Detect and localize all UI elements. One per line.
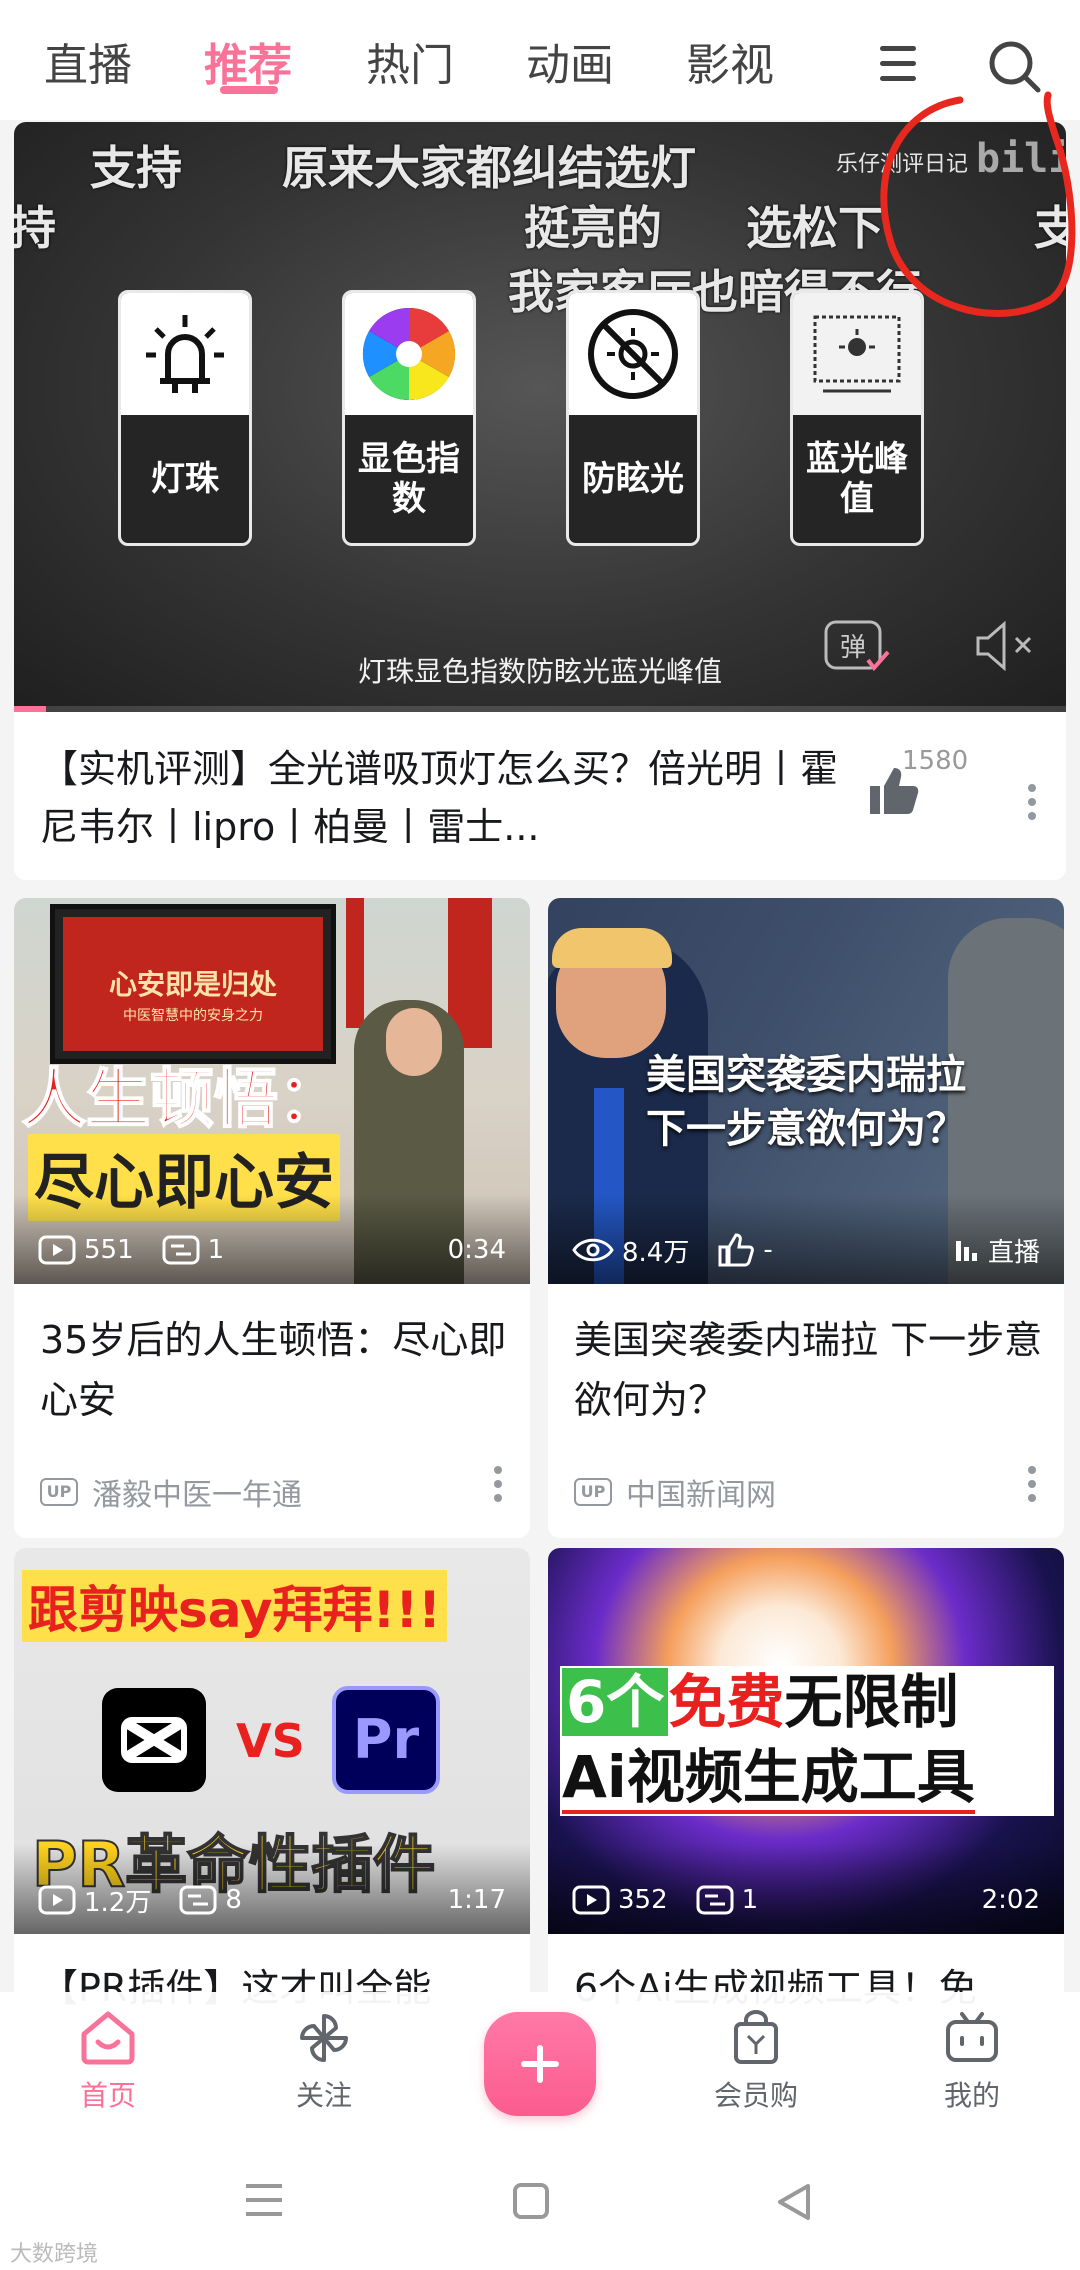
bottom-navigation: 首页 关注 会员购 我的 [0,1992,1080,2134]
tab-movies[interactable]: 影视 [686,36,774,96]
search-icon[interactable] [986,38,1042,94]
video-card[interactable]: 心安即是归处 中医智慧中的安身之力 人生顿悟： 尽心即心安 551 1 0:34… [14,898,530,1538]
video-player[interactable]: 支持 原来大家都纠结选灯 持 挺亮的 选松下 支 我家客厅也暗得不行 乐仔测评日… [14,122,1066,712]
danmaku-count-icon [162,1235,200,1265]
feature-tile: 防眩光 [566,290,700,546]
play-count-icon [38,1235,76,1265]
video-stats: 8.4万 - 直播 [572,1230,1040,1270]
active-tab-indicator [220,86,278,94]
play-count-icon [572,1885,610,1915]
eye-icon [572,1238,614,1262]
uploader-info[interactable]: UP 中国新闻网 [574,1470,776,1514]
video-card[interactable]: 美国突袭委内瑞拉 下一步意欲何为？ 8.4万 - 直播 美国突袭委内瑞拉 下一步… [548,898,1064,1538]
video-thumbnail[interactable]: 美国突袭委内瑞拉 下一步意欲何为？ 8.4万 - 直播 [548,898,1064,1284]
feature-tile: 显色指数 [342,290,476,546]
danmaku-toggle-icon[interactable]: 弹 [822,616,892,676]
tab-anime[interactable]: 动画 [526,36,614,96]
video-title[interactable]: 35岁后的人生顿悟：尽心即心安 [40,1310,510,1430]
danmaku-comment: 支持 [90,141,182,195]
premiere-logo: Pr [332,1686,440,1794]
featured-video-card[interactable]: 支持 原来大家都纠结选灯 持 挺亮的 选松下 支 我家客厅也暗得不行 乐仔测评日… [14,122,1066,880]
up-badge: UP [574,1478,612,1506]
tab-live[interactable]: 直播 [44,36,132,96]
video-title[interactable]: 【实机评测】全光谱吸顶灯怎么买？倍光明丨霍尼韦尔丨lipro丨柏曼丨雷士... [40,740,840,856]
nav-member-shop[interactable]: 会员购 [686,2010,826,2114]
uploader-name: 潘毅中医一年通 [92,1478,302,1513]
video-duration: 0:34 [447,1235,506,1265]
shopping-bag-icon [734,2010,778,2064]
mute-icon[interactable] [972,618,1036,674]
system-navigation-bar [0,2134,1080,2270]
capcut-logo [102,1688,206,1792]
danmaku-count-icon [696,1885,734,1915]
feature-tile: 蓝光峰值 [790,290,924,546]
danmaku-comment: 选松下 [746,201,884,255]
video-duration: 2:02 [981,1885,1040,1915]
anti-glare-icon [588,309,678,399]
more-options-icon[interactable] [492,1464,504,1504]
video-progress-bar[interactable] [14,706,1066,712]
lamp-icon [146,315,224,393]
video-thumbnail[interactable]: 心安即是归处 中医智慧中的安身之力 人生顿悟： 尽心即心安 551 1 0:34 [14,898,530,1284]
danmaku-comment: 持 [14,201,56,255]
svg-text:弹: 弹 [840,633,866,663]
back-icon[interactable] [774,2182,812,2222]
tv-face-icon [946,2012,998,2062]
blue-light-icon [813,315,901,393]
play-count-icon [38,1885,76,1915]
danmaku-comment: 挺亮的 [524,201,662,255]
nav-profile[interactable]: 我的 [902,2010,1042,2114]
uploader-info[interactable]: UP 潘毅中医一年通 [40,1470,302,1514]
nav-follow[interactable]: 关注 [254,2010,394,2114]
up-badge: UP [40,1478,78,1506]
menu-icon[interactable] [874,42,922,86]
like-count: 1580 [902,746,969,776]
tab-hot[interactable]: 热门 [366,36,454,96]
plus-icon [521,2045,559,2083]
home-icon [81,2011,135,2065]
pinwheel-icon [300,2014,348,2062]
video-subtitle: 灯珠显色指数防眩光蓝光峰值 [357,655,722,688]
live-bars-icon [955,1241,977,1261]
top-tab-bar: 直播 推荐 热门 动画 影视 [0,0,1080,120]
danmaku-comment: 原来大家都纠结选灯 [282,141,696,195]
thumbs-up-icon [718,1233,755,1267]
nav-home[interactable]: 首页 [38,2010,178,2114]
recent-apps-icon[interactable] [244,2182,284,2218]
uploader-name: 中国新闻网 [626,1478,776,1513]
tv-screen: 心安即是归处 中医智慧中的安身之力 [50,904,336,1064]
home-button-icon[interactable] [512,2182,550,2220]
more-options-icon[interactable] [1026,782,1038,822]
video-title[interactable]: 美国突袭委内瑞拉 下一步意欲何为？ [574,1310,1044,1430]
video-thumbnail[interactable]: 跟剪映say拜拜!!! VS Pr PR革命性插件 1.2万 8 1:17 [14,1548,530,1934]
video-stats: 551 1 0:34 [38,1230,506,1270]
uploader-watermark: 乐仔测评日记 [836,152,969,177]
danmaku-count-icon [179,1885,217,1915]
color-wheel-icon [362,307,456,401]
corner-watermark: 大数跨境 [10,2242,99,2267]
bilibili-watermark: bilibili [976,136,1066,182]
video-progress-fill [14,706,46,712]
video-thumbnail[interactable]: 6个免费无限制 Ai视频生成工具 352 1 2:02 [548,1548,1064,1934]
feature-tile: 灯珠 [118,290,252,546]
video-duration: 1:17 [447,1885,506,1915]
danmaku-comment: 支 [1034,201,1066,255]
video-stats: 352 1 2:02 [572,1880,1040,1920]
upload-button[interactable] [484,2012,596,2116]
more-options-icon[interactable] [1026,1464,1038,1504]
video-stats: 1.2万 8 1:17 [38,1880,506,1920]
